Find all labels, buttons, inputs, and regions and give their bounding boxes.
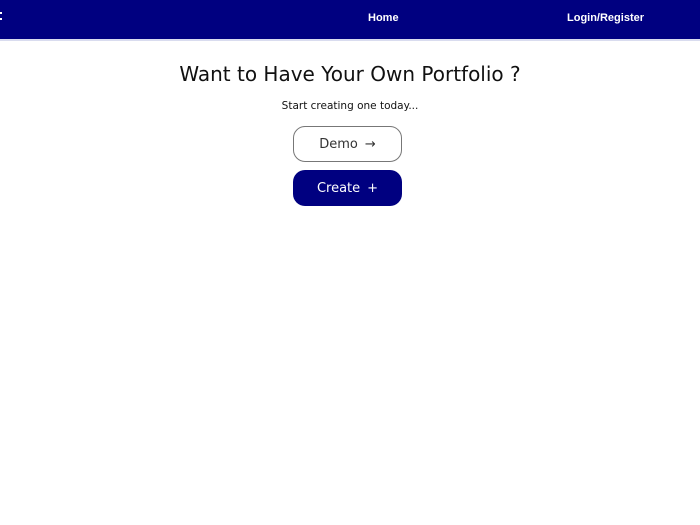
create-button[interactable]: Create + (293, 170, 402, 206)
page-title: Want to Have Your Own Portfolio ? (179, 62, 521, 86)
menu-icon[interactable] (0, 12, 4, 28)
top-navbar: Home Login/Register (0, 0, 700, 41)
nav-link-login-register[interactable]: Login/Register (567, 12, 644, 24)
nav-link-home[interactable]: Home (368, 12, 399, 24)
page-subtitle: Start creating one today... (281, 100, 419, 112)
main-content: Want to Have Your Own Portfolio ? Start … (0, 41, 700, 525)
demo-button-label: Demo (319, 136, 358, 152)
arrow-right-icon: → (364, 136, 376, 152)
create-button-label: Create (316, 180, 361, 196)
plus-icon: + (367, 180, 379, 196)
demo-button[interactable]: Demo → (293, 126, 402, 162)
